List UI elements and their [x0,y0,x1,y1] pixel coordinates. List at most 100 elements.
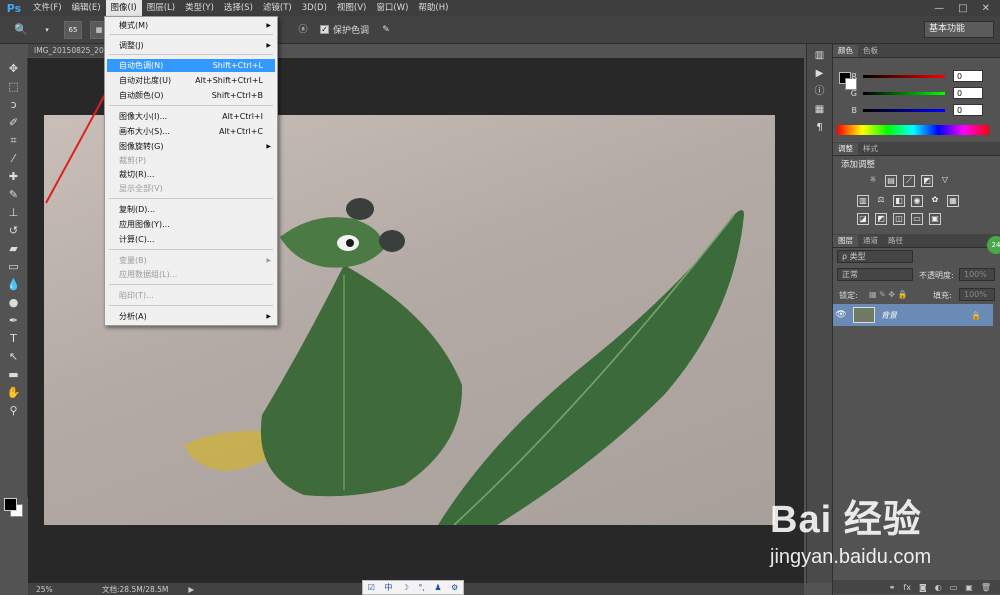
brightness-icon[interactable]: ☼ [867,175,879,187]
ime-punct-icon[interactable]: °, [418,583,425,592]
adjust-panel-tabs: 调整 样式 [833,142,1000,156]
menu-item-label: 陷印(T)... [119,291,154,300]
blend-mode-select[interactable]: 正常 [837,268,913,281]
slider-r[interactable]: R 0 [833,69,1000,83]
color-lookup-icon[interactable]: ▦ [947,195,959,207]
slider-b[interactable]: B 0 [833,103,1000,117]
layer-name[interactable]: 背景 [881,310,897,321]
new-adjustment-icon[interactable]: ◐ [935,583,942,592]
ime-toolbar: ☑ 中 ☽ °, ♟ ⚙ [362,580,464,595]
slider-g[interactable]: G 0 [833,86,1000,100]
adjust-icons-row-3: ◪ ◩ ◫ ▭ ▣ [857,213,977,225]
image-menu-item[interactable]: 自动对比度(U) Alt+Shift+Ctrl+L [107,74,275,87]
hue-saturation-icon[interactable]: ▥ [857,195,869,207]
black-white-icon[interactable]: ◧ [893,195,905,207]
tab-channels[interactable]: 通道 [858,235,883,247]
slider-g-track[interactable] [863,91,945,95]
layer-style-icon[interactable]: fx [903,583,911,592]
image-menu-item[interactable]: 自动颜色(O) Shift+Ctrl+B [107,89,275,102]
threshold-icon[interactable]: ◫ [893,213,905,225]
watermark-url: jingyan.baidu.com [770,546,932,568]
invert-icon[interactable]: ◪ [857,213,869,225]
vibrance-icon[interactable]: ▽ [939,175,951,187]
status-menu-arrow-icon[interactable]: ▶ [188,585,194,594]
image-menu-item[interactable]: 计算(C)... [107,233,275,246]
new-layer-icon[interactable]: ▣ [965,583,973,592]
image-menu-item[interactable]: 图像旋转(G) ▶ [107,140,275,153]
add-mask-icon[interactable]: ◙ [919,583,927,592]
history-panel-icon[interactable]: ▥ [811,50,829,62]
fill-field[interactable]: 100% [959,288,995,301]
curves-icon[interactable]: ⟋ [903,175,915,187]
notification-badge[interactable]: 24 [987,236,1000,254]
actions-panel-icon[interactable]: ▶ [811,68,829,80]
image-menu-item[interactable]: 调整(J) ▶ [107,39,275,52]
lock-icons[interactable]: ▦ ✎ ✥ 🔒 [869,290,908,299]
link-layers-icon[interactable]: ⚭ [889,583,896,592]
zoom-level[interactable]: 25% [28,585,88,594]
properties-panel-icon[interactable]: ⓘ [811,86,829,98]
document-info: 文档:28.5M/28.5M [102,584,169,594]
menu-separator [109,284,273,285]
color-panel-tabs: 颜色 色板 [833,44,1000,58]
image-menu-item[interactable]: 应用图像(Y)... [107,218,275,231]
layer-row-background[interactable]: 👁 背景 🔒 [833,304,993,326]
image-menu-item[interactable]: 分析(A) ▶ [107,310,275,323]
channel-mixer-icon[interactable]: ✿ [929,195,941,207]
slider-r-track[interactable] [863,74,945,78]
tab-swatches[interactable]: 色板 [858,45,883,57]
tab-color[interactable]: 颜色 [833,45,858,57]
selective-color-icon[interactable]: ▣ [929,213,941,225]
slider-g-label: G [850,88,857,98]
image-menu-item: 变量(B) ▶ [107,254,275,267]
ime-mode[interactable]: 中 [384,582,392,593]
opacity-label: 不透明度: [919,271,954,280]
menu-separator [109,34,273,35]
layers-panel-tabs: 图层 通道 路径 [833,234,1000,248]
image-menu-item[interactable]: 图像大小(I)... Alt+Ctrl+I [107,110,275,123]
delete-layer-icon[interactable]: 🗑 [981,583,991,592]
posterize-icon[interactable]: ◩ [875,213,887,225]
new-group-icon[interactable]: ▭ [950,583,958,592]
ime-moon-icon[interactable]: ☽ [402,583,409,592]
slider-r-label: R [851,71,857,81]
menu-item-label: 调整(J) [119,41,144,50]
ime-settings-icon[interactable]: ⚙ [451,583,458,592]
menu-item-shortcut: Shift+Ctrl+L [212,61,263,70]
ime-logo-icon[interactable]: ☑ [368,583,375,592]
image-menu-item[interactable]: 画布大小(S)... Alt+Ctrl+C [107,125,275,138]
slider-b-track[interactable] [863,108,945,112]
color-spectrum[interactable] [837,125,989,135]
image-menu-dropdown: 模式(M) ▶ 调整(J) ▶ 自动色调(N) Shift+Ctrl+L 自动对比度(U) A… [104,16,278,326]
menu-item-label: 裁切(R)... [119,170,155,179]
image-menu-item[interactable]: 自动色调(N) Shift+Ctrl+L [107,59,275,72]
menu-separator [109,54,273,55]
image-menu-item[interactable]: 复制(D)... [107,203,275,216]
layer-kind-filter[interactable]: ρ 类型 [837,250,913,263]
slider-b-value[interactable]: 0 [953,104,983,116]
lock-label: 锁定: [839,291,858,300]
layer-thumbnail [853,307,875,323]
image-menu-item[interactable]: 模式(M) ▶ [107,19,275,32]
levels-icon[interactable]: ▤ [885,175,897,187]
slider-r-value[interactable]: 0 [953,70,983,82]
menu-item-shortcut: Shift+Ctrl+B [211,91,263,100]
photo-filter-icon[interactable]: ◉ [911,195,923,207]
tab-styles[interactable]: 样式 [858,143,883,155]
brush-presets-icon[interactable]: ▦ [811,104,829,116]
color-balance-icon[interactable]: ⚖ [875,195,887,207]
paragraph-panel-icon[interactable]: ¶ [811,122,829,134]
tab-layers[interactable]: 图层 [833,235,858,247]
adjust-panel-title: 添加调整 [841,160,876,170]
ime-user-icon[interactable]: ♟ [434,583,441,592]
visibility-eye-icon[interactable]: 👁 [833,310,849,320]
gradient-map-icon[interactable]: ▭ [911,213,923,225]
exposure-icon[interactable]: ◩ [921,175,933,187]
menu-item-label: 变量(B) [119,256,147,265]
slider-b-label: B [851,105,858,115]
slider-g-value[interactable]: 0 [953,87,983,99]
image-menu-item[interactable]: 裁切(R)... [107,168,275,181]
tab-adjustments[interactable]: 调整 [833,143,858,155]
tab-paths[interactable]: 路径 [883,235,908,247]
opacity-field[interactable]: 100% [959,268,995,281]
